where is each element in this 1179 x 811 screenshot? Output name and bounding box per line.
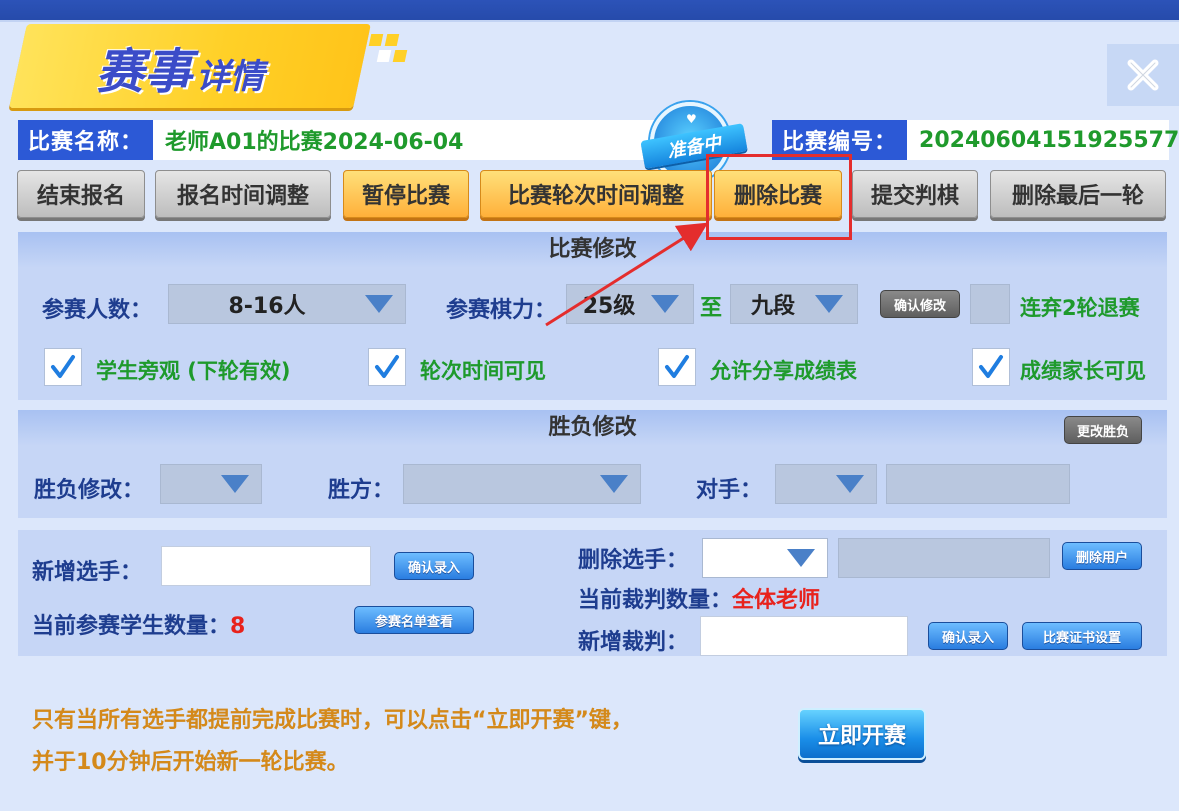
result-edit-header: 胜负修改	[18, 410, 1167, 446]
level-to-value: 九段	[750, 294, 795, 319]
level-label: 参赛棋力：	[446, 298, 557, 323]
participants-select[interactable]: 8-16人	[168, 284, 406, 324]
title-decoration	[368, 34, 410, 74]
student-spectate-checkbox[interactable]	[44, 348, 82, 386]
adjust-round-time-button[interactable]: 比赛轮次时间调整	[480, 170, 712, 218]
opponent-input[interactable]	[886, 464, 1070, 504]
chevron-down-icon	[651, 295, 679, 313]
share-results-label: 允许分享成绩表	[710, 359, 857, 383]
winner-label: 胜方：	[328, 478, 395, 503]
share-results-checkbox[interactable]	[658, 348, 696, 386]
delete-player-select[interactable]	[702, 538, 828, 578]
background-decoration	[420, 0, 780, 22]
footer-note-line1: 只有当所有选手都提前完成比赛时，可以点击“立即开赛”键，	[32, 708, 633, 733]
checkmark-icon	[51, 355, 75, 378]
student-spectate-label: 学生旁观 (下轮有效)	[96, 359, 291, 383]
confirm-add-referee-button[interactable]: 确认录入	[928, 622, 1008, 650]
result-label: 胜负修改：	[34, 478, 145, 503]
match-id-value: 202406041519255778	[907, 120, 1179, 160]
match-id-label: 比赛编号：	[772, 120, 908, 160]
level-from-select[interactable]: 25级	[566, 284, 694, 324]
referee-count-label-text: 当前裁判数量：	[578, 588, 733, 613]
referee-count-label: 当前裁判数量：全体老师	[578, 582, 820, 614]
chevron-down-icon	[600, 475, 628, 493]
change-result-button[interactable]: 更改胜负	[1064, 416, 1142, 444]
match-name-label: 比赛名称：	[18, 120, 154, 160]
match-edit-header: 比赛修改	[18, 232, 1167, 268]
match-id-row: 比赛编号： 202406041519255778	[772, 120, 1179, 160]
opponent-select[interactable]	[775, 464, 877, 504]
participants-value: 8-16人	[228, 294, 306, 319]
adjust-signup-time-button[interactable]: 报名时间调整	[155, 170, 331, 218]
round-time-visible-label: 轮次时间可见	[420, 359, 546, 383]
match-details-dialog: 赛事 详情 比赛名称： 老师A01的比赛2024-06-04 比赛编号： 202…	[0, 20, 1179, 811]
chevron-down-icon	[836, 475, 864, 493]
confirm-add-player-button[interactable]: 确认录入	[394, 552, 474, 580]
checkmark-icon	[665, 355, 689, 378]
dialog-title-main: 赛事	[96, 44, 193, 100]
add-referee-label: 新增裁判：	[578, 630, 689, 655]
submit-judgement-button[interactable]: 提交判棋	[852, 170, 978, 218]
start-now-button[interactable]: 立即开赛	[798, 708, 926, 760]
result-edit-panel: 胜负修改 更改胜负 胜负修改： 胜方： 对手：	[18, 410, 1167, 518]
result-select[interactable]	[160, 464, 262, 504]
chevron-down-icon	[787, 549, 815, 567]
forfeit-label: 连弃2轮退赛	[1020, 296, 1140, 320]
delete-match-button[interactable]: 删除比赛	[714, 170, 842, 218]
chevron-down-icon	[815, 295, 843, 313]
pause-match-button[interactable]: 暂停比赛	[343, 170, 469, 218]
close-icon	[1127, 59, 1159, 91]
add-referee-input[interactable]	[700, 616, 908, 656]
dialog-title: 赛事 详情	[96, 32, 264, 102]
close-button[interactable]	[1107, 44, 1179, 106]
round-time-visible-checkbox[interactable]	[368, 348, 406, 386]
level-to-select[interactable]: 九段	[730, 284, 858, 324]
winner-select[interactable]	[403, 464, 641, 504]
parent-visible-checkbox[interactable]	[972, 348, 1010, 386]
add-player-label: 新增选手：	[32, 560, 143, 585]
student-count-value: 8	[230, 614, 246, 639]
opponent-label: 对手：	[696, 478, 763, 503]
confirm-edit-button[interactable]: 确认修改	[880, 290, 960, 318]
players-panel: 新增选手： 确认录入 当前参赛学生数量：8 参赛名单查看 删除选手： 删除用户 …	[18, 530, 1167, 656]
status-badge-label: 准备中	[640, 123, 748, 169]
checkmark-icon	[375, 355, 399, 378]
dialog-title-sub: 详情	[196, 57, 265, 97]
delete-user-button[interactable]: 删除用户	[1062, 542, 1142, 570]
level-from-value: 25级	[582, 294, 636, 319]
match-edit-panel: 比赛修改 参赛人数： 8-16人 参赛棋力： 25级 至 九段 确认修改 连弃2…	[18, 232, 1167, 400]
end-signup-button[interactable]: 结束报名	[17, 170, 145, 218]
view-player-list-button[interactable]: 参赛名单查看	[354, 606, 474, 634]
match-name-value: 老师A01的比赛2024-06-04	[153, 120, 674, 160]
chevron-down-icon	[365, 295, 393, 313]
heart-icon: ♥	[686, 112, 697, 126]
participants-label: 参赛人数：	[42, 298, 153, 323]
level-to-label: 至	[700, 296, 723, 321]
footer-note-line2: 并于10分钟后开始新一轮比赛。	[32, 750, 349, 775]
checkmark-icon	[979, 355, 1003, 378]
forfeit-rounds-input[interactable]	[970, 284, 1010, 324]
match-name-row: 比赛名称： 老师A01的比赛2024-06-04	[18, 120, 674, 160]
delete-player-label: 删除选手：	[578, 548, 689, 573]
referee-count-value: 全体老师	[732, 588, 821, 613]
delete-player-input[interactable]	[838, 538, 1050, 578]
student-count-label: 当前参赛学生数量：8	[32, 608, 245, 640]
chevron-down-icon	[221, 475, 249, 493]
parent-visible-label: 成绩家长可见	[1020, 359, 1146, 383]
add-player-input[interactable]	[161, 546, 371, 586]
student-count-label-text: 当前参赛学生数量：	[32, 614, 231, 639]
delete-last-round-button[interactable]: 删除最后一轮	[990, 170, 1166, 218]
certificate-settings-button[interactable]: 比赛证书设置	[1022, 622, 1142, 650]
